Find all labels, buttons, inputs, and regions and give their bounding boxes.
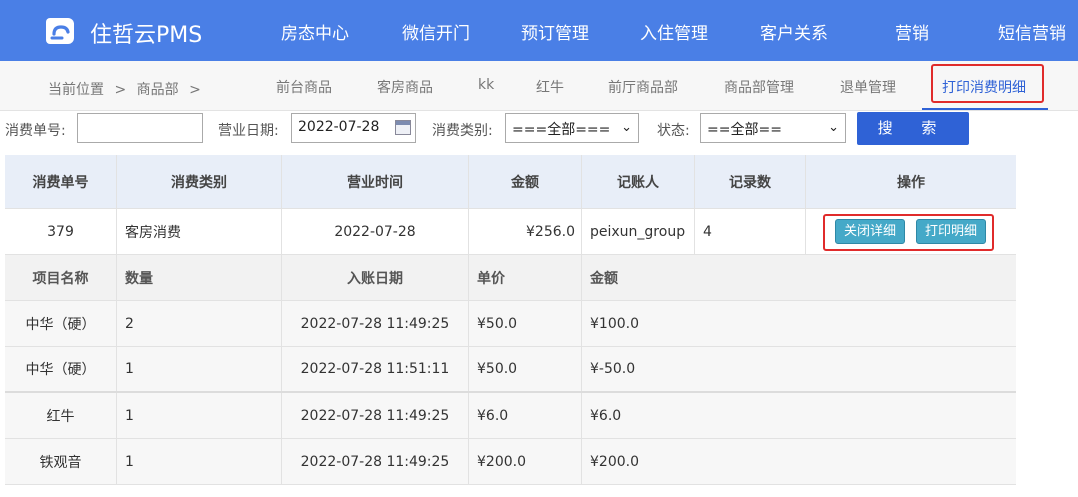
detail-quantity: 2	[117, 301, 282, 346]
breadcrumb-separator: >	[189, 82, 201, 98]
business-date-input[interactable]: 2022-07-28	[291, 113, 416, 143]
breadcrumb-separator: >	[114, 82, 127, 98]
header-order-no: 消费单号	[5, 155, 117, 208]
header-business-time: 营业时间	[282, 155, 469, 208]
detail-entry-date: 2022-07-28 11:49:25	[282, 393, 469, 438]
detail-header-unit-price: 单价	[469, 255, 582, 300]
business-date-label: 营业日期:	[218, 123, 279, 139]
business-date-value: 2022-07-28	[298, 119, 380, 135]
cloud-logo-icon	[46, 18, 74, 44]
chevron-down-icon: ⌄	[828, 120, 839, 135]
subtab-kk[interactable]: kk	[478, 77, 494, 93]
detail-header-quantity: 数量	[117, 255, 282, 300]
order-category-cell: 客房消费	[117, 209, 282, 254]
status-label: 状态:	[657, 123, 690, 139]
detail-unit-price: ¥50.0	[469, 347, 582, 391]
detail-amount: ¥100.0	[590, 315, 639, 332]
detail-amount: ¥-50.0	[590, 361, 636, 377]
close-detail-button[interactable]: 关闭详细	[835, 219, 905, 244]
header-clerk: 记账人	[582, 155, 695, 208]
detail-item-name: 中华（硬）	[5, 301, 117, 346]
nav-sms-marketing[interactable]: 短信营销	[998, 19, 1066, 44]
detail-amount: ¥200.0	[590, 453, 639, 470]
print-detail-button[interactable]: 打印明细	[916, 219, 986, 244]
detail-entry-date: 2022-07-28 11:49:25	[282, 439, 469, 484]
breadcrumb-dept[interactable]: 商品部	[137, 82, 179, 98]
nav-marketing[interactable]: 营销	[895, 19, 929, 44]
category-select-value: ===全部===	[512, 122, 611, 138]
nav-room-status[interactable]: 房态中心	[281, 19, 349, 44]
order-amount-cell: ¥256.0	[469, 209, 582, 254]
detail-unit-price: ¥6.0	[469, 393, 582, 438]
order-clerk-cell: peixun_group	[582, 209, 695, 254]
detail-row: 红牛 1 2022-07-28 11:49:25 ¥6.0 ¥6.0	[5, 393, 1016, 439]
subtab-front-desk-goods[interactable]: 前台商品	[276, 77, 332, 97]
detail-entry-date: 2022-07-28 11:49:25	[282, 301, 469, 346]
subtab-goods-dept-management[interactable]: 商品部管理	[724, 77, 794, 97]
status-select-value: ==全部==	[707, 122, 782, 138]
order-no-input[interactable]	[77, 113, 203, 143]
subtab-room-goods[interactable]: 客房商品	[377, 77, 433, 97]
subtab-refund-management[interactable]: 退单管理	[840, 77, 896, 97]
order-date-cell: 2022-07-28	[282, 209, 469, 254]
category-label: 消费类别:	[432, 123, 493, 139]
category-select[interactable]: ===全部=== ⌄	[505, 113, 639, 143]
breadcrumb: 当前位置 > 商品部 >	[48, 79, 207, 99]
detail-quantity: 1	[117, 393, 282, 438]
detail-quantity: 1	[117, 347, 282, 391]
detail-header-amount: 金额	[590, 270, 618, 287]
calendar-icon[interactable]	[395, 120, 411, 135]
detail-row: 中华（硬） 2 2022-07-28 11:49:25 ¥50.0 ¥100.0	[5, 301, 1016, 347]
header-amount: 金额	[469, 155, 582, 208]
nav-customer-relations[interactable]: 客户关系	[760, 19, 828, 44]
sub-nav-bar: 当前位置 > 商品部 > 前台商品 客房商品 kk 红牛 前厅商品部 商品部管理…	[0, 61, 1078, 111]
detail-header-row: 项目名称 数量 入账日期 单价 金额	[5, 255, 1016, 301]
detail-quantity: 1	[117, 439, 282, 484]
detail-amount: ¥6.0	[590, 407, 622, 424]
order-count-cell: 4	[695, 209, 806, 254]
nav-reservation[interactable]: 预订管理	[521, 19, 589, 44]
header-actions: 操作	[897, 174, 925, 191]
detail-entry-date: 2022-07-28 11:51:11	[282, 347, 469, 391]
brand-name: 住哲云PMS	[90, 23, 203, 48]
active-tab-highlight	[931, 64, 1044, 103]
search-button[interactable]: 搜 索	[857, 112, 969, 145]
detail-unit-price: ¥50.0	[469, 301, 582, 346]
detail-unit-price: ¥200.0	[469, 439, 582, 484]
breadcrumb-label: 当前位置	[48, 82, 104, 98]
table-header-row: 消费单号 消费类别 营业时间 金额 记账人 记录数 操作	[5, 155, 1016, 209]
header-category: 消费类别	[117, 155, 282, 208]
top-nav-bar: 住哲云PMS 房态中心 微信开门 预订管理 入住管理 客户关系 营销 短信营销	[0, 0, 1078, 61]
detail-header-entry-date: 入账日期	[282, 255, 469, 300]
detail-header-item-name: 项目名称	[5, 255, 117, 300]
chevron-down-icon: ⌄	[621, 120, 632, 135]
active-tab-underline	[922, 108, 1048, 110]
subtab-lobby-goods-dept[interactable]: 前厅商品部	[608, 77, 678, 97]
subtab-red-bull[interactable]: 红牛	[536, 77, 564, 97]
order-no-cell: 379	[5, 209, 117, 254]
order-no-label: 消费单号:	[5, 123, 66, 139]
header-record-count: 记录数	[695, 155, 806, 208]
detail-row: 铁观音 1 2022-07-28 11:49:25 ¥200.0 ¥200.0	[5, 439, 1016, 485]
status-select[interactable]: ==全部== ⌄	[700, 113, 846, 143]
nav-wechat-door[interactable]: 微信开门	[402, 19, 470, 44]
nav-checkin[interactable]: 入住管理	[640, 19, 708, 44]
detail-item-name: 红牛	[5, 393, 117, 438]
detail-item-name: 铁观音	[5, 439, 117, 484]
detail-item-name: 中华（硬）	[5, 347, 117, 391]
detail-row: 中华（硬） 1 2022-07-28 11:51:11 ¥50.0 ¥-50.0	[5, 347, 1016, 393]
